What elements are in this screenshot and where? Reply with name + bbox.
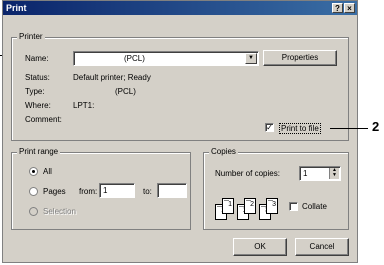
radio-pages-label[interactable]: Pages xyxy=(43,187,66,196)
type-label: Type: xyxy=(25,87,45,96)
collate-checkbox[interactable] xyxy=(289,202,298,211)
radio-selection[interactable] xyxy=(29,207,38,216)
print-dialog: Print ? × Printer Name: (PCL) ▼ Properti… xyxy=(2,0,358,263)
copies-spinner[interactable]: 1 ▲ ▼ xyxy=(299,166,341,181)
ok-button[interactable]: OK xyxy=(233,238,287,256)
from-label: from: xyxy=(79,187,98,196)
where-label: Where: xyxy=(25,101,51,110)
dialog-title: Print xyxy=(6,3,27,13)
printer-name-value: (PCL) xyxy=(124,54,145,63)
radio-pages[interactable] xyxy=(29,187,38,196)
spin-arrows-icon[interactable]: ▲ ▼ xyxy=(329,168,339,179)
radio-selection-label[interactable]: Selection xyxy=(43,207,76,216)
where-value: LPT1: xyxy=(73,101,95,110)
to-label: to: xyxy=(143,187,152,196)
name-label: Name: xyxy=(25,54,49,63)
collate-page-icon: 3 xyxy=(266,198,278,214)
to-input[interactable] xyxy=(157,183,187,198)
properties-button-label: Properties xyxy=(281,53,319,62)
number-of-copies-label: Number of copies: xyxy=(215,169,280,178)
copies-value: 1 xyxy=(303,169,308,178)
cancel-button[interactable]: Cancel xyxy=(295,238,349,256)
chevron-down-icon[interactable]: ▼ xyxy=(245,53,257,64)
print-to-file-label[interactable]: Print to file xyxy=(279,123,321,134)
printer-name-select[interactable]: (PCL) ▼ xyxy=(73,51,259,66)
collate-label[interactable]: Collate xyxy=(302,202,327,211)
copies-group-label: Copies xyxy=(209,147,238,156)
cancel-button-label: Cancel xyxy=(309,242,335,251)
title-bar: Print ? × xyxy=(3,1,357,15)
ok-button-label: OK xyxy=(254,242,266,251)
callout-number-2: 2 xyxy=(372,119,380,134)
radio-all-label[interactable]: All xyxy=(43,167,52,176)
close-button[interactable]: × xyxy=(344,3,355,13)
from-input[interactable]: 1 xyxy=(99,183,135,198)
properties-button[interactable]: Properties xyxy=(263,50,337,66)
collate-page-icon: 1 xyxy=(222,198,234,214)
status-value: Default printer; Ready xyxy=(73,73,151,82)
help-button[interactable]: ? xyxy=(332,3,343,13)
collate-page-icon: 2 xyxy=(244,198,256,214)
print-to-file-checkbox[interactable]: ✓ xyxy=(265,123,274,132)
print-range-group-label: Print range xyxy=(17,147,61,156)
status-label: Status: xyxy=(25,73,50,82)
radio-all[interactable] xyxy=(29,167,38,176)
printer-group-label: Printer xyxy=(17,32,45,41)
type-value: (PCL) xyxy=(115,87,136,96)
comment-label: Comment: xyxy=(25,115,62,124)
callout-line-right xyxy=(330,128,368,129)
